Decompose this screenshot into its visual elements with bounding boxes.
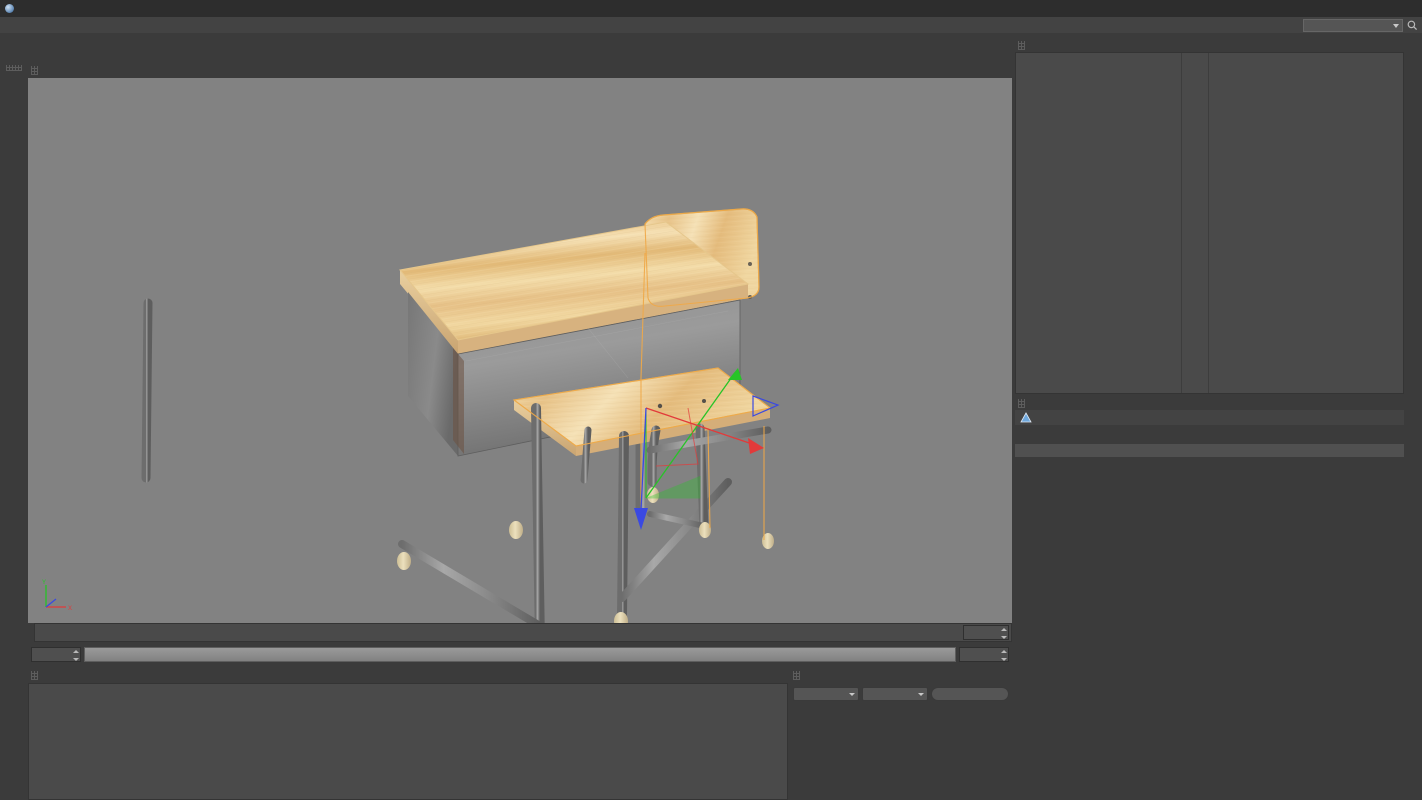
viewport-grip[interactable]: [31, 66, 38, 75]
coordinates-manager: [790, 668, 1012, 800]
apply-button[interactable]: [931, 687, 1009, 701]
spinner-icon[interactable]: [1001, 649, 1007, 661]
search-icon[interactable]: [1407, 20, 1418, 31]
close-button[interactable]: [1390, 0, 1422, 17]
svg-text:X: X: [68, 606, 72, 612]
spinner-icon[interactable]: [1001, 628, 1007, 639]
end-frame-field[interactable]: [959, 646, 1009, 662]
timeline-controls-row: [28, 644, 1012, 664]
right-vertical-tabs: [1404, 38, 1422, 800]
viewport-menu-bar: [28, 63, 1012, 78]
menu-bar: [0, 17, 1422, 33]
object-manager-grip[interactable]: [1018, 40, 1025, 50]
current-frame-field[interactable]: [31, 646, 81, 662]
timeline-panel: [28, 623, 1012, 667]
polygon-object-icon: [1020, 412, 1032, 423]
chevron-down-icon: [1393, 23, 1399, 28]
attribute-object-title-row: [1015, 410, 1404, 425]
object-manager: [1015, 38, 1404, 394]
viewport-canvas[interactable]: Y X: [28, 78, 1012, 623]
attribute-manager-grip[interactable]: [1018, 398, 1025, 408]
material-manager: [28, 668, 788, 800]
spinner-icon[interactable]: [73, 649, 79, 661]
world-axis-gizmo: Y X: [42, 580, 72, 612]
layout-selector-group: [1299, 18, 1422, 32]
coordinates-buttons: [790, 684, 1012, 701]
viewport-panel: Y X: [28, 63, 1012, 623]
size-mode-dropdown[interactable]: [862, 687, 928, 701]
basic-properties-section: [1015, 444, 1404, 457]
coordinate-mode-dropdown[interactable]: [793, 687, 859, 701]
layout-dropdown[interactable]: [1303, 18, 1403, 32]
app-logo-icon: [5, 4, 14, 13]
coordinates-header: [790, 668, 1012, 683]
attribute-tabs: [1015, 427, 1404, 441]
maxon-branding: [0, 660, 28, 800]
material-menu-bar: [28, 668, 788, 683]
svg-text:Y: Y: [42, 580, 46, 586]
title-bar: [0, 0, 1422, 17]
maximize-button[interactable]: [1358, 0, 1390, 17]
timeline-scrub-bar[interactable]: [84, 646, 956, 662]
coordinates-grip[interactable]: [793, 671, 800, 680]
scene-3d-model[interactable]: [28, 78, 1012, 623]
minimize-button[interactable]: [1326, 0, 1358, 17]
left-tool-palette: [0, 63, 28, 663]
material-grip[interactable]: [31, 671, 38, 680]
object-tree[interactable]: [1015, 52, 1404, 394]
material-list[interactable]: [28, 683, 788, 800]
window-controls: [1326, 0, 1422, 17]
object-manager-menu: [1015, 38, 1404, 52]
attribute-manager: [1015, 396, 1404, 800]
timeline-ruler[interactable]: [34, 623, 1012, 642]
attribute-manager-menu: [1015, 396, 1404, 410]
timeline-range-field[interactable]: [963, 625, 1009, 640]
palette-grip[interactable]: [6, 65, 22, 71]
